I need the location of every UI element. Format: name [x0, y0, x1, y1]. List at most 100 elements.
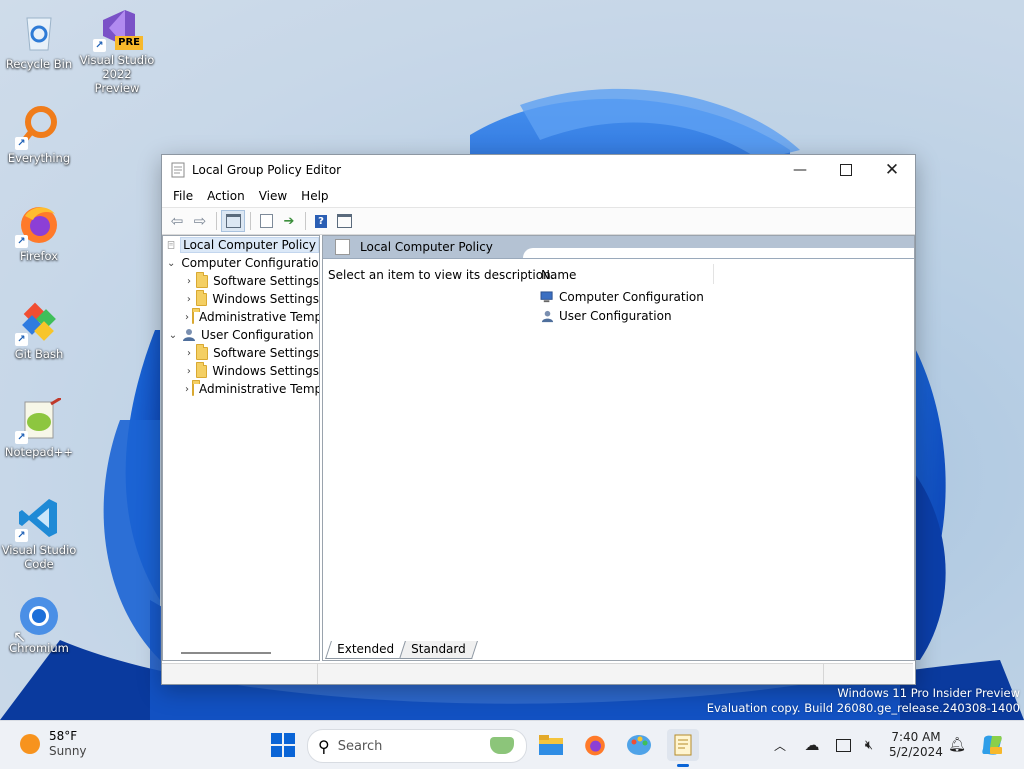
taskbar-firefox[interactable] — [579, 729, 611, 761]
recycle-bin-icon — [17, 10, 61, 54]
tree-item-user-windows-settings[interactable]: › Windows Settings — [163, 361, 319, 380]
chevron-down-icon[interactable]: ⌄ — [167, 330, 179, 341]
main-content: Local Computer Policy ⌄ Computer Configu… — [162, 235, 915, 661]
export-list-button[interactable]: ➔ — [278, 211, 300, 231]
folder-icon — [192, 307, 200, 324]
git-bash-icon: ↗ — [15, 300, 61, 346]
desktop-icon-notepad-plus-plus[interactable]: ↗ Notepad++ — [1, 396, 77, 459]
everything-search-icon: ↗ — [15, 104, 61, 150]
console-tree[interactable]: Local Computer Policy ⌄ Computer Configu… — [162, 235, 320, 661]
tab-standard[interactable]: Standard — [399, 641, 478, 659]
weather-widget[interactable]: 58°F Sunny — [12, 729, 87, 759]
desktop-icon-vscode[interactable]: ↗ Visual Studio Code — [1, 496, 77, 571]
firefox-icon — [585, 735, 605, 756]
shortcut-arrow-icon: ↗ — [15, 529, 28, 542]
desktop-icon-firefox[interactable]: ↗ Firefox — [1, 202, 77, 263]
column-divider[interactable] — [713, 264, 714, 284]
visual-studio-icon: PRE ↗ — [93, 6, 143, 52]
chevron-right-icon[interactable]: › — [185, 276, 193, 287]
evaluation-watermark: Windows 11 Pro Insider Preview Evaluatio… — [706, 686, 1020, 715]
menu-help[interactable]: Help — [294, 189, 335, 203]
status-bar — [162, 663, 913, 684]
taskbar-file-explorer[interactable] — [535, 729, 567, 761]
folder-icon — [192, 379, 200, 396]
file-explorer-icon — [539, 735, 563, 755]
chevron-down-icon[interactable]: ⌄ — [167, 258, 175, 269]
notifications-button[interactable]: 🔔︎ — [946, 721, 968, 769]
forward-arrow-icon: ⇨ — [193, 212, 207, 230]
taskbar-search[interactable]: ⚲ Search — [307, 729, 527, 763]
clock[interactable]: 7:40 AM 5/2/2024 — [886, 721, 946, 769]
folder-icon — [195, 289, 208, 306]
console-tree-icon — [225, 214, 241, 228]
show-action-pane-button[interactable] — [333, 211, 355, 231]
desktop-icon-recycle-bin[interactable]: Recycle Bin — [1, 10, 77, 71]
taskbar-group-policy-editor[interactable] — [667, 729, 699, 767]
shortcut-arrow-icon: ↗ — [15, 137, 28, 150]
list-item-user-configuration[interactable]: User Configuration — [540, 309, 672, 323]
volume-tray[interactable]: 🔇︎ — [858, 721, 880, 769]
maximize-button[interactable] — [823, 155, 869, 185]
back-button[interactable]: ⇦ — [166, 211, 188, 231]
menu-view[interactable]: View — [252, 189, 294, 203]
desktop-icon-chromium[interactable]: ↖ Chromium — [1, 594, 77, 655]
list-item-computer-configuration[interactable]: Computer Configuration — [540, 290, 704, 304]
back-arrow-icon: ⇦ — [170, 212, 184, 230]
properties-button[interactable] — [255, 211, 277, 231]
close-icon: ✕ — [884, 160, 900, 180]
details-pane: Local Computer Policy Select an item to … — [322, 235, 915, 661]
start-button[interactable] — [267, 729, 299, 761]
desktop-icon-visual-studio[interactable]: PRE ↗ Visual Studio 2022 Preview — [79, 6, 155, 95]
view-tabs: Extended Standard — [322, 641, 478, 659]
network-tray[interactable] — [832, 721, 854, 769]
taskbar-paint[interactable] — [623, 729, 655, 761]
taskbar: 58°F Sunny ⚲ Search ︿ ☁ 🔇︎ 7:40 AM 5/2/2… — [0, 720, 1024, 769]
minimize-button[interactable]: — — [777, 155, 823, 185]
column-header-name[interactable]: Name — [541, 268, 576, 282]
properties-icon — [259, 214, 273, 228]
paint-icon — [627, 735, 651, 755]
chevron-right-icon[interactable]: › — [185, 366, 193, 377]
policy-document-icon — [335, 239, 350, 255]
desktop-icon-everything[interactable]: ↗ Everything — [1, 104, 77, 165]
folder-icon — [196, 343, 209, 360]
tree-item-administrative-templates[interactable]: › Administrative Templates — [163, 307, 319, 326]
tree-item-windows-settings[interactable]: › Windows Settings — [163, 289, 319, 308]
bell-icon: 🔔︎ — [948, 737, 966, 753]
chevron-right-icon[interactable]: › — [185, 312, 189, 323]
title-bar[interactable]: Local Group Policy Editor — ✕ — [162, 155, 915, 185]
show-hidden-icons-button[interactable]: ︿ — [770, 721, 790, 769]
menu-file[interactable]: File — [166, 189, 200, 203]
status-segment — [318, 664, 824, 684]
network-icon — [835, 738, 851, 752]
show-hide-tree-button[interactable] — [221, 210, 245, 232]
notepad-plus-plus-icon: ↗ — [15, 396, 62, 444]
firefox-icon: ↗ — [15, 202, 61, 248]
header-notch — [523, 248, 914, 258]
close-button[interactable]: ✕ — [869, 155, 915, 185]
toolbar: ⇦ ⇨ ➔ ? — [162, 207, 915, 235]
tree-item-software-settings[interactable]: › Software Settings — [163, 271, 319, 290]
tree-item-computer-configuration[interactable]: ⌄ Computer Configuration — [163, 254, 319, 272]
tab-extended[interactable]: Extended — [325, 641, 406, 659]
tree-horizontal-scrollbar[interactable] — [181, 652, 271, 654]
menu-action[interactable]: Action — [200, 189, 252, 203]
tree-item-local-computer-policy[interactable]: Local Computer Policy — [163, 236, 319, 254]
chevron-right-icon[interactable]: › — [185, 294, 193, 305]
export-list-icon: ➔ — [283, 213, 295, 229]
group-policy-editor-window: Local Group Policy Editor — ✕ File Actio… — [161, 154, 916, 685]
computer-icon — [540, 290, 553, 302]
tree-item-user-administrative-templates[interactable]: › Administrative Templates — [163, 379, 319, 398]
toolbar-separator — [250, 212, 251, 230]
help-button[interactable]: ? — [310, 211, 332, 231]
menu-bar: File Action View Help — [162, 185, 915, 207]
chevron-right-icon[interactable]: › — [185, 384, 189, 395]
tree-item-user-configuration[interactable]: ⌄ User Configuration — [163, 326, 319, 344]
desktop-icon-git-bash[interactable]: ↗ Git Bash — [1, 300, 77, 361]
copilot-button[interactable] — [978, 721, 1006, 769]
chevron-right-icon[interactable]: › — [185, 348, 193, 359]
onedrive-tray[interactable]: ☁ — [800, 721, 824, 769]
window-title: Local Group Policy Editor — [192, 163, 342, 177]
forward-button[interactable]: ⇨ — [189, 211, 211, 231]
tree-item-user-software-settings[interactable]: › Software Settings — [163, 343, 319, 362]
